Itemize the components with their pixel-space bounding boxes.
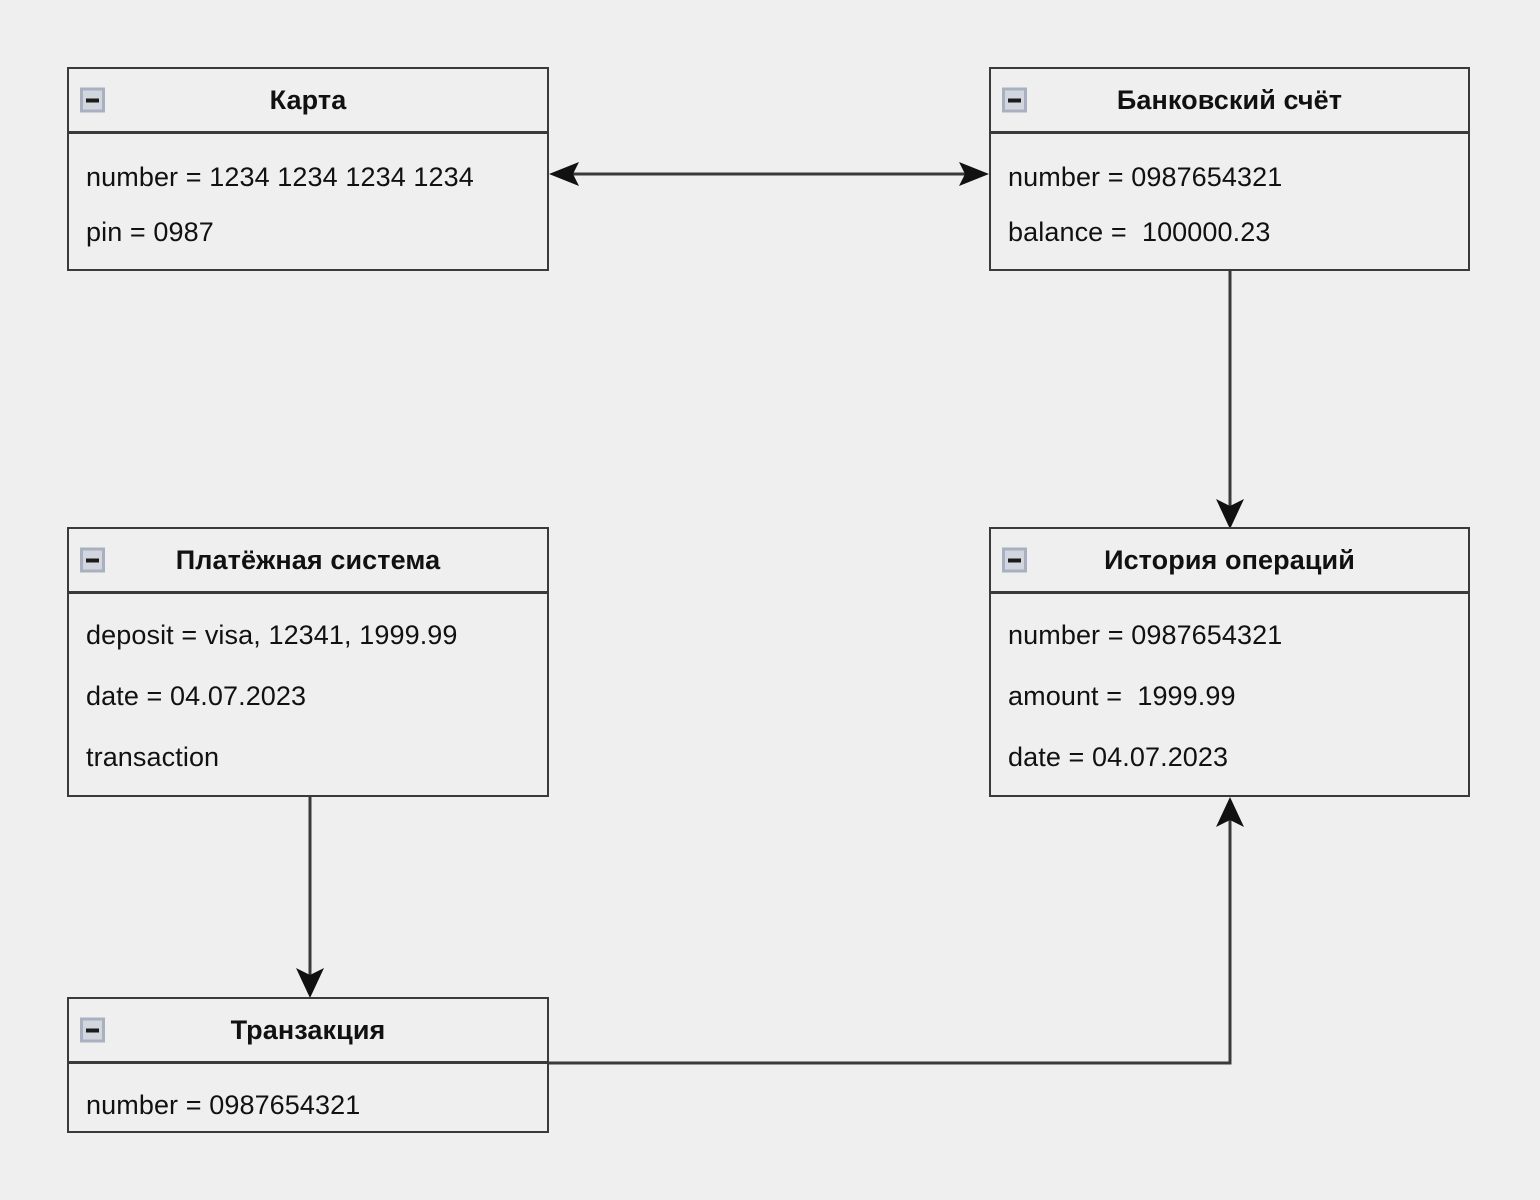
uml-header-card: Карта (69, 69, 547, 134)
uml-box-card[interactable]: Карта number = 1234 1234 1234 1234 pin =… (67, 67, 549, 271)
uml-title-payment-system: Платёжная система (175, 544, 441, 575)
collapse-minus-icon[interactable] (1002, 547, 1027, 573)
collapse-minus-icon[interactable] (80, 87, 105, 113)
uml-attr: number = 0987654321 (1008, 162, 1283, 192)
minus-bar (86, 558, 99, 562)
connector-account-history (1216, 271, 1244, 529)
uml-header-payment-system: Платёжная система (69, 529, 547, 594)
uml-body-transaction: number = 0987654321 (69, 1064, 547, 1119)
collapse-minus-icon[interactable] (80, 547, 105, 573)
uml-attr: pin = 0987 (86, 217, 214, 247)
uml-attr: transaction (86, 742, 220, 772)
uml-title-account: Банковский счёт (1116, 84, 1343, 115)
uml-box-history[interactable]: История операций number = 0987654321 amo… (989, 527, 1470, 797)
uml-box-payment-system[interactable]: Платёжная система deposit = visa, 12341,… (67, 527, 549, 797)
uml-body-card: number = 1234 1234 1234 1234 pin = 0987 (69, 134, 547, 246)
uml-attr: amount = 1999.99 (1008, 681, 1236, 711)
uml-title-card: Карта (269, 84, 347, 115)
connector-card-account (549, 162, 989, 186)
minus-bar (86, 98, 99, 102)
diagram-canvas: Карта number = 1234 1234 1234 1234 pin =… (0, 0, 1540, 1200)
uml-box-account[interactable]: Банковский счёт number = 0987654321 bala… (989, 67, 1470, 271)
uml-box-transaction[interactable]: Транзакция number = 0987654321 (67, 997, 549, 1133)
connector-payment-transaction (296, 797, 324, 998)
uml-body-account: number = 0987654321 balance = 100000.23 (991, 134, 1468, 246)
minus-bar (1008, 558, 1021, 562)
uml-title-transaction: Транзакция (230, 1014, 386, 1045)
uml-attr: deposit = visa, 12341, 1999.99 (86, 620, 458, 650)
uml-header-history: История операций (991, 529, 1468, 594)
uml-attr: balance = 100000.23 (1008, 217, 1271, 247)
connector-transaction-history (549, 797, 1244, 1065)
minus-bar (86, 1028, 99, 1032)
uml-title-history: История операций (1104, 544, 1355, 575)
uml-attr: number = 0987654321 (86, 1090, 361, 1120)
collapse-minus-icon[interactable] (80, 1017, 105, 1043)
minus-bar (1008, 98, 1021, 102)
uml-header-account: Банковский счёт (991, 69, 1468, 134)
uml-attr: date = 04.07.2023 (86, 681, 307, 711)
uml-attr: number = 1234 1234 1234 1234 (86, 162, 474, 192)
uml-header-transaction: Транзакция (69, 999, 547, 1064)
uml-body-history: number = 0987654321 amount = 1999.99 dat… (991, 594, 1468, 771)
uml-attr: number = 0987654321 (1008, 620, 1283, 650)
uml-attr: date = 04.07.2023 (1008, 742, 1229, 772)
collapse-minus-icon[interactable] (1002, 87, 1027, 113)
uml-body-payment-system: deposit = visa, 12341, 1999.99 date = 04… (69, 594, 547, 771)
